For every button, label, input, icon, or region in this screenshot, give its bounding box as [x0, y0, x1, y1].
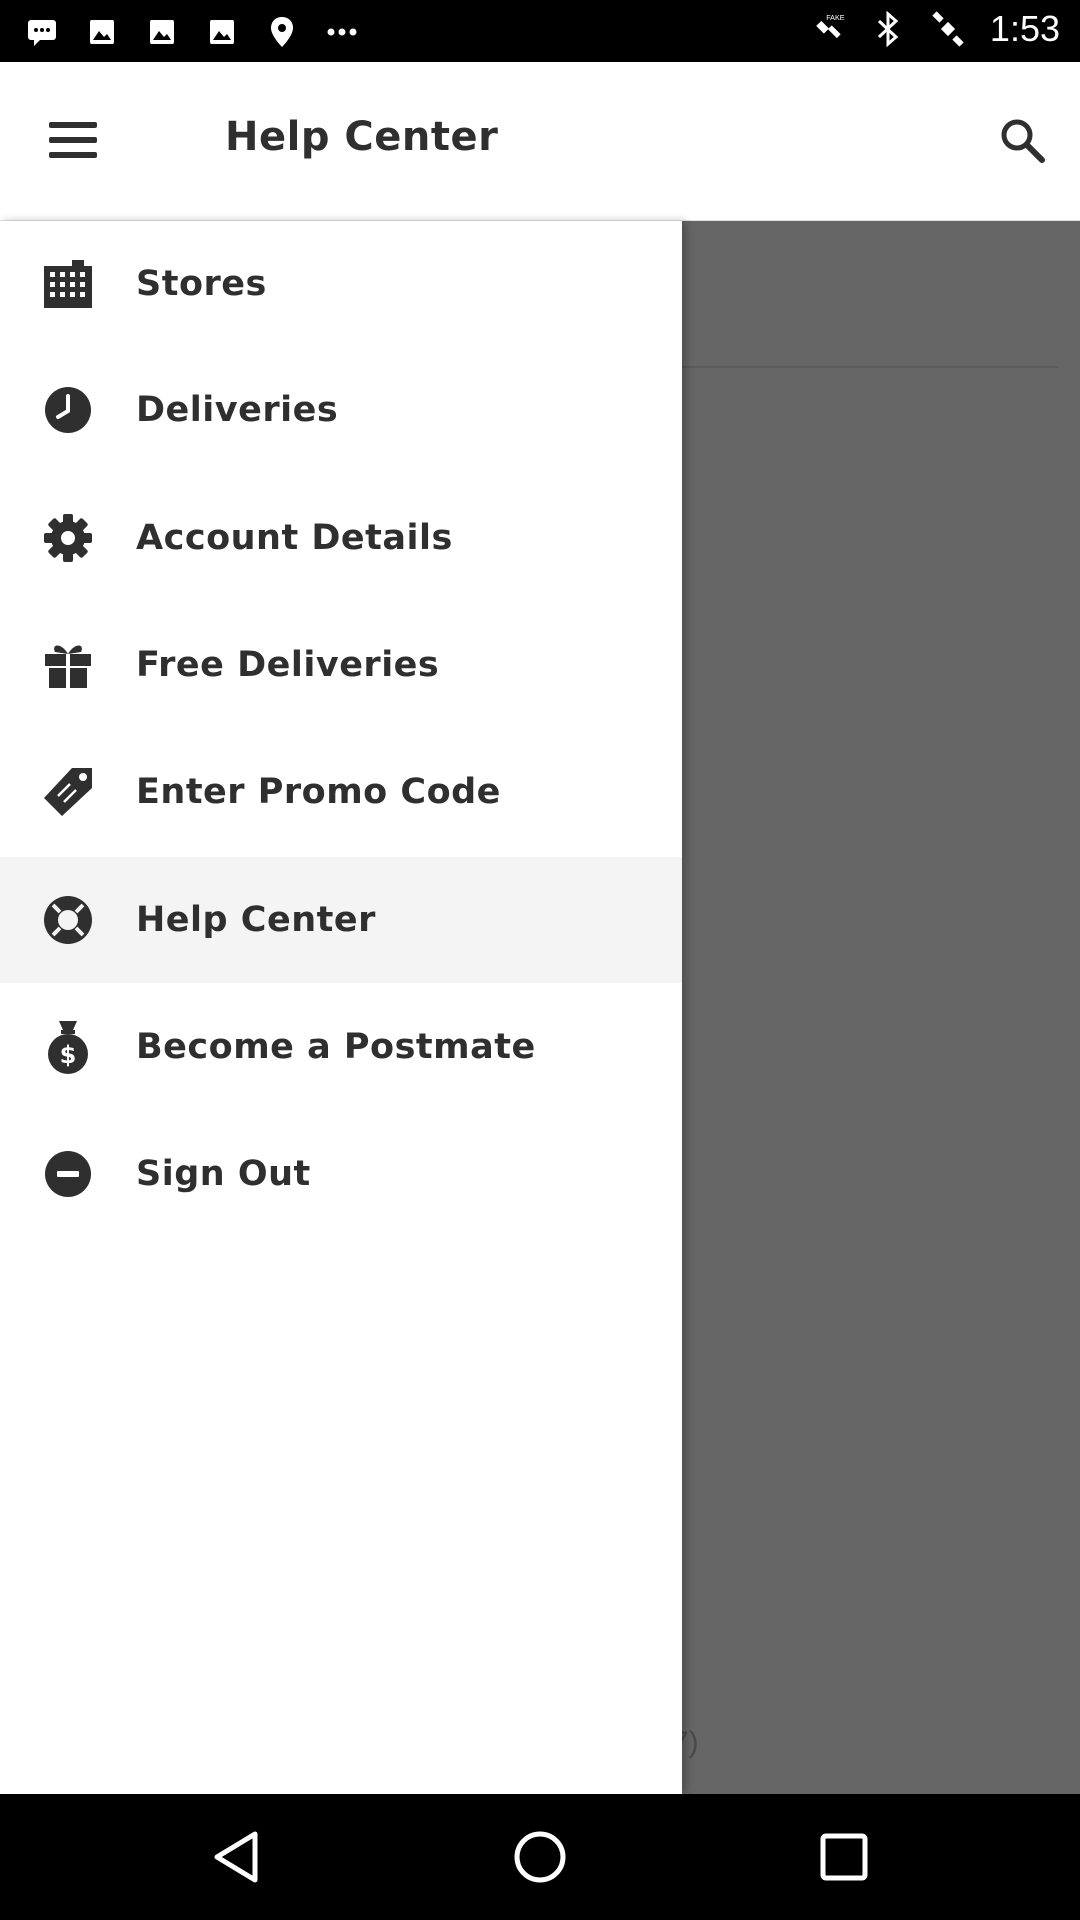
gift-icon	[42, 639, 94, 691]
back-triangle-icon	[214, 1831, 258, 1883]
drawer-item-label: Enter Promo Code	[136, 772, 501, 812]
drawer-item-sign-out[interactable]: Sign Out	[0, 1111, 682, 1237]
tag-icon	[42, 766, 94, 818]
lifebuoy-icon	[42, 894, 94, 946]
search-button[interactable]	[988, 106, 1056, 174]
drawer-item-label: Free Deliveries	[136, 645, 440, 685]
clock-icon	[42, 384, 94, 436]
divider	[682, 366, 1058, 368]
recents-square-icon	[820, 1833, 868, 1881]
drawer-item-enter-promo-code[interactable]: Enter Promo Code	[0, 729, 682, 855]
system-nav-bar	[0, 1794, 1080, 1920]
drawer-item-account-details[interactable]: Account Details	[0, 475, 682, 601]
more-dots-icon	[324, 14, 360, 50]
minus-circle-icon	[42, 1148, 94, 1200]
fake-gps-icon: FAKE	[810, 11, 846, 47]
hamburger-icon	[49, 122, 97, 158]
message-icon	[24, 14, 60, 50]
drawer-item-label: Become a Postmate	[136, 1027, 536, 1067]
back-button[interactable]	[206, 1827, 266, 1887]
drawer-item-help-center[interactable]: Help Center	[0, 857, 682, 983]
drawer-item-label: Sign Out	[136, 1154, 311, 1194]
home-button[interactable]	[510, 1827, 570, 1887]
image-icon	[144, 14, 180, 50]
app-bar: Help Center	[0, 62, 1080, 222]
svg-text:FAKE: FAKE	[826, 13, 845, 22]
page-title: Help Center	[225, 114, 499, 160]
navigation-drawer: Stores Deliveries Account Details Free D…	[0, 221, 682, 1794]
image-icon	[84, 14, 120, 50]
drawer-item-stores[interactable]: Stores	[0, 221, 682, 347]
drawer-item-label: Help Center	[136, 900, 376, 940]
location-pin-icon	[264, 14, 300, 50]
drawer-item-free-deliveries[interactable]: Free Deliveries	[0, 602, 682, 728]
gear-icon	[42, 512, 94, 564]
status-right-icons: FAKE 1:53	[810, 8, 1060, 50]
image-icon	[204, 14, 240, 50]
drawer-item-deliveries[interactable]: Deliveries	[0, 347, 682, 473]
svg-text:$: $	[60, 1041, 77, 1069]
bluetooth-icon	[870, 11, 906, 47]
building-icon	[42, 258, 94, 310]
status-bar: FAKE 1:53	[0, 0, 1080, 62]
recents-button[interactable]	[814, 1827, 874, 1887]
status-time: 1:53	[989, 8, 1060, 49]
drawer-item-become-a-postmate[interactable]: $ Become a Postmate	[0, 984, 682, 1110]
money-bag-icon: $	[42, 1021, 94, 1074]
home-circle-icon	[514, 1831, 566, 1883]
hamburger-menu-button[interactable]	[40, 110, 106, 170]
status-left-icons	[24, 14, 360, 50]
drawer-item-label: Stores	[136, 264, 267, 304]
satellite-icon	[930, 11, 966, 47]
drawer-item-label: Account Details	[136, 518, 453, 558]
drawer-item-label: Deliveries	[136, 390, 339, 430]
search-icon	[1001, 119, 1045, 163]
